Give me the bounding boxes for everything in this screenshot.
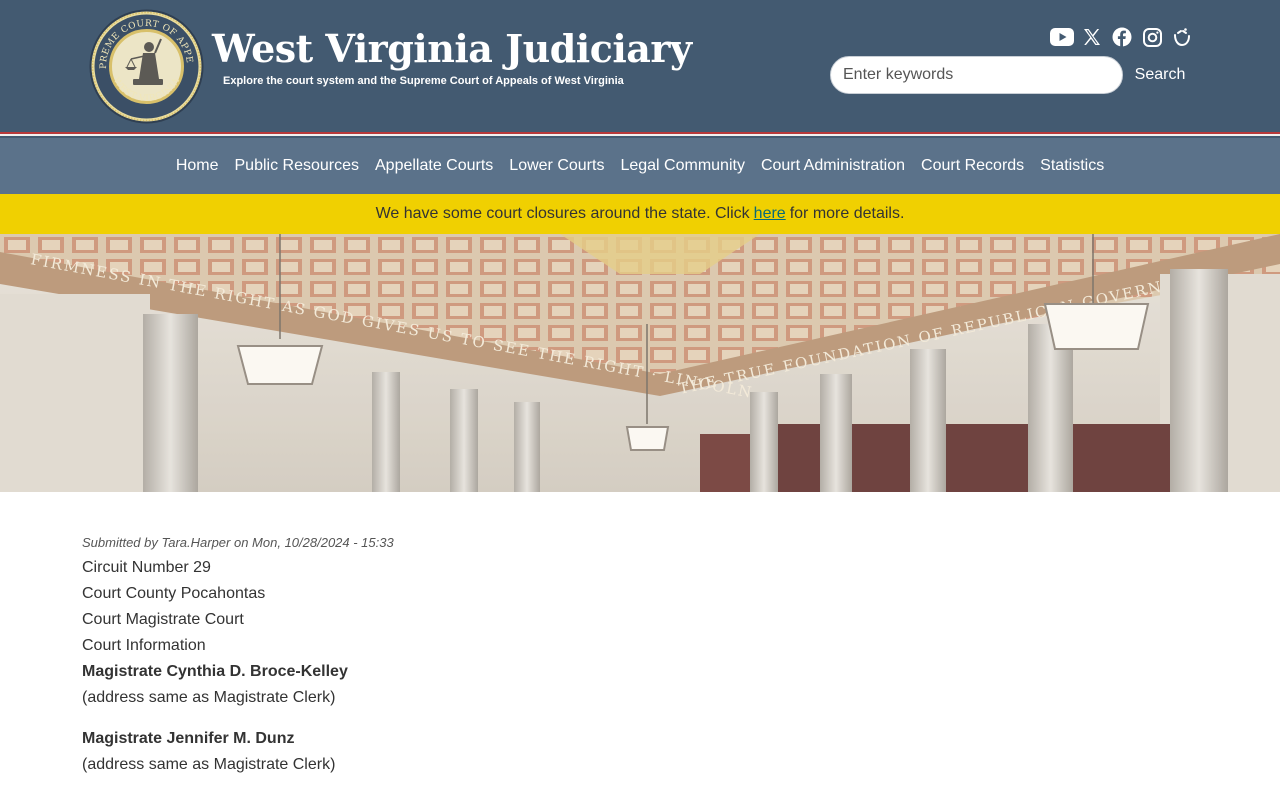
magistrate-name: Magistrate Cynthia D. Broce-Kelley: [82, 663, 348, 680]
magistrate-entry: Magistrate Jennifer M. Dunz (address sam…: [82, 726, 982, 777]
youtube-icon[interactable]: [1050, 25, 1074, 49]
magistrate-address: (address same as Magistrate Clerk): [82, 689, 336, 706]
courtroom-image: FIRMNESS IN THE RIGHT AS GOD GIVES US TO…: [0, 234, 1280, 492]
court-fields: Circuit Number 29 Court County Pocahonta…: [82, 555, 982, 659]
threads-icon[interactable]: [1170, 25, 1194, 49]
nav-court-records[interactable]: Court Records: [921, 157, 1024, 175]
search-button[interactable]: Search: [1128, 58, 1192, 92]
search-input[interactable]: [830, 56, 1123, 94]
nav-statistics[interactable]: Statistics: [1040, 157, 1104, 175]
facebook-icon[interactable]: [1110, 25, 1134, 49]
nav-public-resources[interactable]: Public Resources: [235, 157, 360, 175]
instagram-icon[interactable]: [1140, 25, 1164, 49]
court-seal-logo[interactable]: SUPREME COURT OF APPEALS WEST VIRGINIA: [89, 9, 204, 124]
field-court-county: Court County Pocahontas: [82, 585, 266, 602]
closure-alert: We have some court closures around the s…: [0, 194, 1280, 234]
nav-appellate-courts[interactable]: Appellate Courts: [375, 157, 493, 175]
social-links: [1050, 25, 1194, 49]
field-circuit-number: Circuit Number 29: [82, 559, 211, 576]
site-title[interactable]: West Virginia Judiciary: [212, 24, 692, 74]
alert-text-after: for more details.: [789, 205, 905, 222]
seal-graphic: SUPREME COURT OF APPEALS WEST VIRGINIA: [89, 9, 204, 124]
field-court-type: Court Magistrate Court: [82, 611, 244, 628]
alert-link[interactable]: here: [754, 205, 786, 223]
x-icon[interactable]: [1080, 25, 1104, 49]
nav-court-administration[interactable]: Court Administration: [761, 157, 905, 175]
alert-text-before: We have some court closures around the s…: [375, 205, 750, 222]
magistrate-name: Magistrate Jennifer M. Dunz: [82, 730, 295, 747]
magistrate-address: (address same as Magistrate Clerk): [82, 756, 336, 773]
site-header: SUPREME COURT OF APPEALS WEST VIRGINIA W…: [0, 0, 1280, 132]
main-nav: Home Public Resources Appellate Courts L…: [0, 138, 1280, 194]
site-tagline: Explore the court system and the Supreme…: [223, 75, 624, 87]
field-court-information: Court Information: [82, 637, 206, 654]
nav-lower-courts[interactable]: Lower Courts: [509, 157, 604, 175]
nav-legal-community[interactable]: Legal Community: [620, 157, 745, 175]
nav-home[interactable]: Home: [176, 157, 219, 175]
magistrate-entry: Magistrate Cynthia D. Broce-Kelley (addr…: [82, 659, 982, 710]
hero-banner: FIRMNESS IN THE RIGHT AS GOD GIVES US TO…: [0, 234, 1280, 492]
submitted-meta: Submitted by Tara.Harper on Mon, 10/28/2…: [82, 535, 394, 550]
court-content: Submitted by Tara.Harper on Mon, 10/28/2…: [82, 534, 982, 793]
